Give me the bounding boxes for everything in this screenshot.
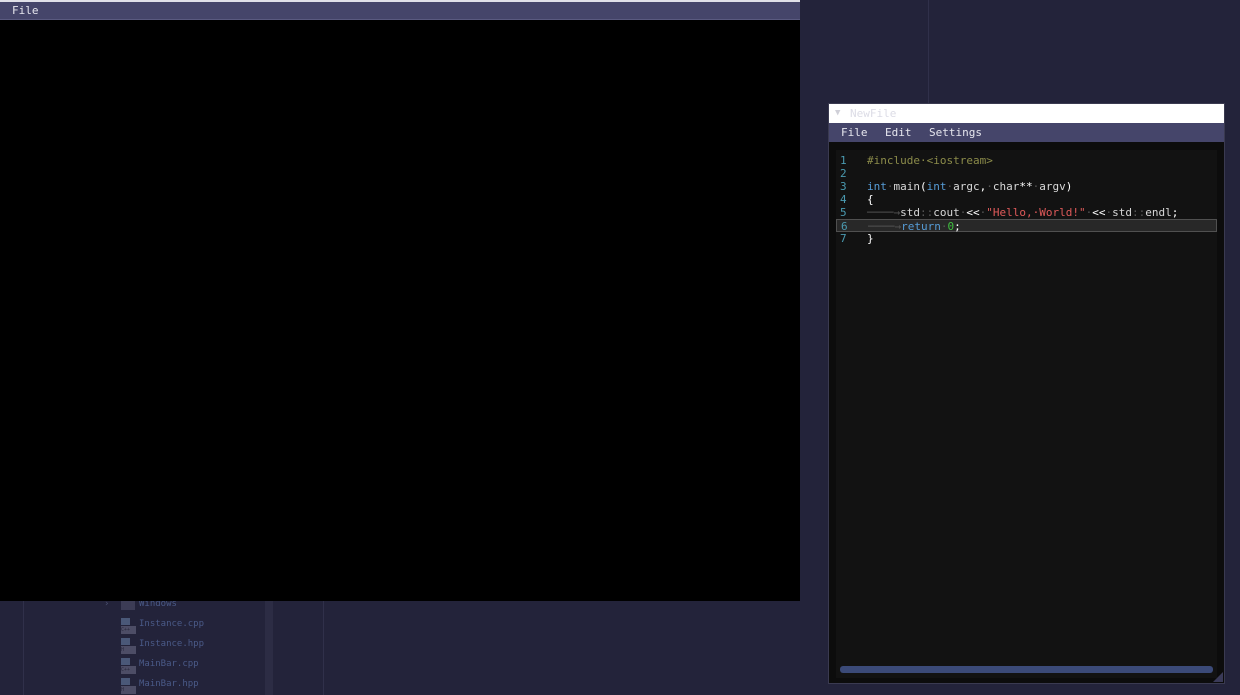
file-icon: C++ [121, 658, 136, 674]
code-line[interactable]: 7} [836, 232, 1217, 245]
text-editor-window[interactable]: ▼ NewFile File Edit Settings 1 #include·<… [828, 103, 1225, 684]
menu-edit[interactable]: Edit [883, 123, 914, 142]
panel-divider [323, 600, 324, 695]
file-icon-corner [121, 658, 130, 665]
file-tree-item[interactable]: C++ MainBar.cpp [104, 656, 284, 676]
code-token: · [986, 180, 993, 193]
code-text: ────→std::cout·<<·"Hello,·World!"·<<·std… [867, 206, 1178, 219]
line-number: 1 [840, 154, 847, 167]
file-type-badge: C++ [121, 666, 136, 674]
code-token: } [867, 232, 874, 245]
line-number: 7 [840, 232, 847, 245]
file-type-badge: H [121, 646, 136, 654]
scrollbar-thumb[interactable] [840, 666, 1213, 673]
code-token: ) [1065, 180, 1073, 193]
editor-title: NewFile [850, 107, 897, 120]
file-tree: › Windows C++ Instance.cpp H Instance.hpp C++ M… [104, 596, 284, 695]
code-text: int·main(int·argc,·char**·argv) [867, 180, 1072, 193]
code-token: cout [933, 206, 960, 219]
file-tree-item[interactable]: C++ Instance.cpp [104, 616, 284, 636]
line-number: 4 [840, 193, 847, 206]
file-icon: C++ [121, 618, 136, 634]
code-token: · [886, 180, 894, 193]
file-icon-corner [121, 618, 130, 625]
line-number: 5 [840, 206, 847, 219]
file-icon-corner [121, 638, 130, 645]
file-type-badge: C++ [121, 626, 136, 634]
code-token: :: [1131, 206, 1146, 219]
code-token: << [1092, 206, 1106, 219]
code-token: std [1112, 206, 1132, 219]
file-icon: H [121, 638, 136, 654]
horizontal-scrollbar[interactable] [836, 663, 1217, 677]
code-token: :: [920, 206, 934, 219]
editor-title-bar[interactable]: ▼ NewFile [829, 104, 1224, 123]
code-token: main [893, 180, 921, 193]
resize-grip-icon[interactable] [1213, 672, 1223, 682]
code-token: { [867, 193, 874, 206]
file-tree-label: Instance.cpp [139, 619, 205, 629]
code-token: ( [920, 180, 927, 193]
code-token: ; [1171, 206, 1179, 219]
code-text: } [867, 232, 874, 245]
file-tree-label: Instance.hpp [139, 639, 205, 649]
menu-file[interactable]: File [839, 123, 870, 142]
panel-divider [23, 600, 24, 695]
file-tree-item[interactable]: H MainBar.hpp [104, 676, 284, 695]
code-line[interactable]: 4{ [836, 193, 1217, 206]
code-token: ** [1019, 180, 1033, 193]
file-type-badge: H [121, 686, 136, 694]
line-number: 2 [840, 167, 847, 180]
viewport-window[interactable]: File [0, 0, 800, 601]
code-token: argc [953, 180, 980, 193]
code-line[interactable]: 3 int·main(int·argc,·char**·argv) [836, 180, 1217, 193]
code-token: #include·<iostream> [867, 154, 993, 167]
code-text: #include·<iostream> [867, 154, 993, 167]
code-token: endl [1145, 206, 1172, 219]
file-icon-corner [121, 678, 130, 685]
folder-icon [121, 600, 135, 610]
editor-menu-bar: File Edit Settings [829, 123, 1224, 142]
file-tree-label: MainBar.cpp [139, 659, 199, 669]
viewport-canvas[interactable] [0, 21, 800, 601]
menu-file[interactable]: File [10, 2, 41, 20]
code-token: int [926, 180, 947, 193]
panel-divider [928, 0, 929, 103]
code-line[interactable]: 5 ────→std::cout·<<·"Hello,·World!"·<<·st… [836, 206, 1217, 219]
menu-settings[interactable]: Settings [927, 123, 984, 142]
collapse-triangle-icon[interactable]: ▼ [835, 104, 840, 123]
file-tree-item[interactable]: H Instance.hpp [104, 636, 284, 656]
line-number: 3 [840, 180, 847, 193]
file-tree-label: MainBar.hpp [139, 679, 199, 689]
code-token: << [966, 206, 980, 219]
code-token: int [867, 180, 887, 193]
code-line[interactable]: 6 ────→return·0; [836, 219, 1217, 233]
code-token: "Hello,·World!" [986, 206, 1086, 219]
code-line[interactable]: 1 #include·<iostream> [836, 154, 1217, 167]
file-icon: H [121, 678, 136, 694]
viewport-menu-bar: File [0, 2, 800, 20]
code-token: argv [1039, 180, 1066, 193]
code-text: { [867, 193, 874, 206]
code-token: char [992, 180, 1020, 193]
code-editor[interactable]: 1 #include·<iostream> 2 3 int·main(int·argc,… [836, 150, 1217, 678]
code-line[interactable]: 2 [836, 167, 1217, 180]
code-token: std [900, 206, 920, 219]
code-token: ────→ [867, 206, 901, 219]
